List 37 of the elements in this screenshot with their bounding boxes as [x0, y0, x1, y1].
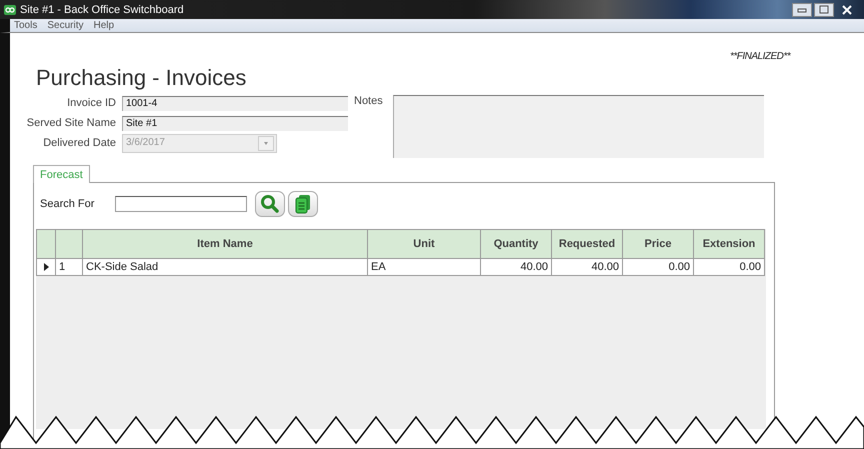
column-header[interactable]: Item Name — [83, 229, 368, 259]
field-label: Notes — [354, 95, 384, 109]
menu-item[interactable]: Help — [93, 20, 114, 31]
app-icon — [4, 4, 16, 14]
row-pointer-icon — [44, 263, 48, 271]
search-label: Search For — [40, 198, 96, 210]
field-label: Delivered Date — [42, 137, 117, 149]
header-corner — [56, 229, 83, 259]
table-cell: 0.00 — [623, 259, 694, 276]
field-label: Served Site Name — [26, 117, 117, 129]
table-cell: 40.00 — [481, 259, 552, 276]
column-header[interactable]: Extension — [694, 229, 765, 259]
documents-icon[interactable] — [294, 194, 312, 214]
search-field[interactable] — [115, 196, 247, 212]
search-button[interactable] — [255, 191, 285, 217]
window-title: Site #1 - Back Office Switchboard — [20, 4, 184, 16]
field-label: Invoice ID — [66, 97, 117, 109]
column-header[interactable]: Price — [623, 229, 694, 259]
column-header[interactable]: Unit — [368, 229, 481, 259]
table-cell: CK-Side Salad — [83, 259, 368, 276]
table-cell: 40.00 — [552, 259, 623, 276]
menu-item[interactable]: Security — [47, 20, 84, 31]
status-label: **FINALIZED** — [730, 51, 790, 62]
menu-item[interactable]: Tools — [14, 20, 38, 31]
row-number: 1 — [56, 259, 83, 276]
column-header[interactable]: Requested — [552, 229, 623, 259]
table-cell: 0.00 — [694, 259, 765, 276]
table-cell: EA — [368, 259, 481, 276]
page-title: Purchasing - Invoices — [36, 65, 248, 91]
notes-field[interactable] — [392, 95, 764, 158]
list-button[interactable] — [288, 191, 318, 217]
search-icon[interactable] — [260, 194, 280, 214]
column-header[interactable]: Quantity — [481, 229, 552, 259]
input-field[interactable]: 1001-4 — [122, 96, 348, 110]
maximize-icon[interactable] — [814, 2, 834, 16]
minimize-icon[interactable] — [792, 2, 812, 16]
input-field[interactable]: Site #1 — [122, 116, 348, 130]
